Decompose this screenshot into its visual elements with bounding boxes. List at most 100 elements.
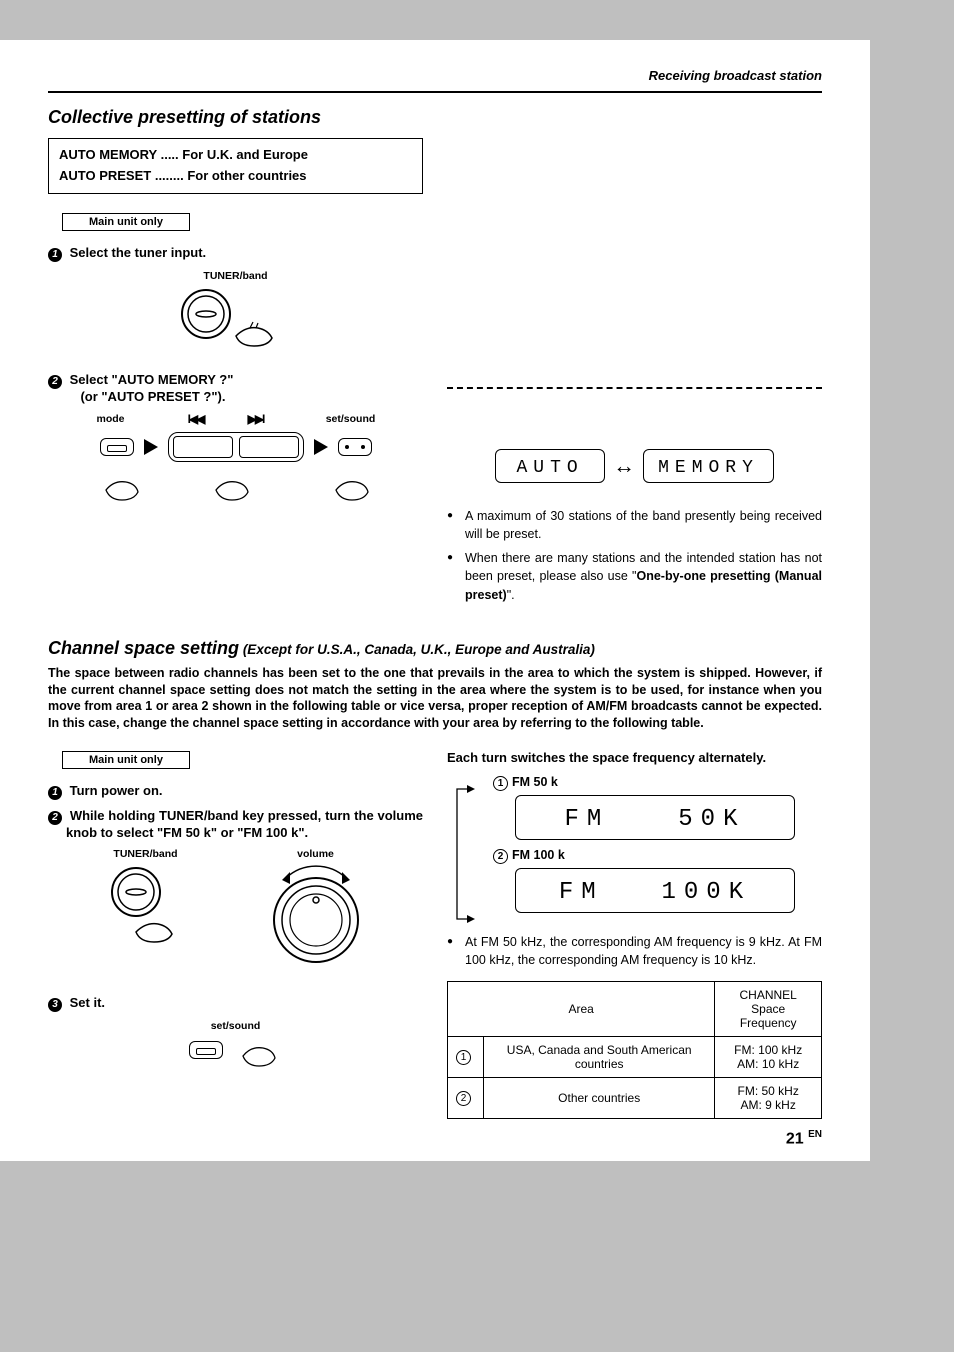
main-unit-only-badge: Main unit only (62, 213, 190, 231)
page-number: 21 (786, 1131, 804, 1148)
row-number-cell: 1 (448, 1037, 484, 1078)
skip-prev-icon: I◀◀ (171, 412, 221, 426)
tuner-knob-group: TUNER/band (96, 848, 196, 957)
track-buttons-group (168, 432, 304, 462)
freq-text: FM: 50 kHz (738, 1084, 799, 1098)
skip-next-icon: ▶▶I (231, 412, 281, 426)
lcd-display-area: AUTO ↔ MEMORY A maximum of 30 stations o… (447, 387, 822, 604)
step-text: Select "AUTO MEMORY ?" (70, 372, 234, 387)
main-unit-only-badge: Main unit only (62, 751, 190, 769)
divider (48, 91, 822, 93)
mode-label: mode (91, 413, 131, 425)
knob-icon (96, 862, 196, 952)
set-sound-label: set/sound (321, 413, 381, 425)
lcd-auto: AUTO (495, 449, 605, 483)
volume-knob-group: volume (256, 848, 376, 977)
hand-icon (96, 466, 146, 502)
freq-text: AM: 10 kHz (737, 1057, 799, 1071)
left-column: Main unit only 1 Turn power on. 2 While … (48, 750, 423, 1119)
lcd-cycle-diagram: 1FM 50 k FM 50K 2FM 100 k FM 100K (447, 775, 822, 913)
step-number-icon: 2 (48, 375, 62, 389)
freq-cell: FM: 50 kHz AM: 9 kHz (715, 1078, 822, 1119)
mode-button-icon (100, 438, 134, 456)
lcd-text: 50K (678, 806, 745, 833)
step-text: Turn power on. (70, 783, 163, 798)
left-column: Collective presetting of stations AUTO M… (48, 107, 423, 610)
step-3: 3 Set it. (48, 995, 423, 1012)
circled-2-icon: 2 (456, 1091, 471, 1106)
area-cell: USA, Canada and South American countries (484, 1037, 715, 1078)
set-button-icon (338, 438, 372, 456)
freq-cell: FM: 100 kHz AM: 10 kHz (715, 1037, 822, 1078)
notes-list: At FM 50 kHz, the corresponding AM frequ… (447, 933, 822, 969)
section-2-columns: Main unit only 1 Turn power on. 2 While … (48, 750, 822, 1119)
freq-text: FM: 100 kHz (734, 1043, 802, 1057)
label-text: FM 50 k (512, 775, 558, 789)
lcd-cycle-row: AUTO ↔ MEMORY (447, 449, 822, 483)
arrow-right-icon (144, 439, 158, 455)
tuner-volume-diagram: TUNER/band volume (48, 848, 423, 977)
step-1: 1 Turn power on. (48, 783, 423, 800)
freq-text: AM: 9 kHz (741, 1098, 796, 1112)
step-text-sub: (or "AUTO PRESET ?"). (80, 389, 225, 404)
section-2: Channel space setting (Except for U.S.A.… (48, 638, 822, 1120)
manual-page: Receiving broadcast station Collective p… (0, 40, 870, 1161)
page-lang: EN (808, 1129, 822, 1140)
tuner-knob-diagram: TUNER/band (48, 270, 423, 354)
area-frequency-table: Area CHANNEL Space Frequency 1 USA, Cana… (447, 981, 822, 1119)
note-text: ". (507, 588, 515, 602)
step-number-icon: 2 (48, 811, 62, 825)
hand-icon (233, 1032, 283, 1068)
note-item: When there are many stations and the int… (447, 549, 822, 603)
step-number-icon: 1 (48, 248, 62, 262)
lcd-memory: MEMORY (643, 449, 774, 483)
section-title: Collective presetting of stations (48, 107, 423, 128)
set-button-icon (189, 1041, 223, 1059)
step-text: Select the tuner input. (70, 245, 207, 260)
step-text: While holding TUNER/band key pressed, tu… (66, 808, 423, 840)
fm100-label: 2 FM 100 k (493, 848, 822, 864)
arrow-right-icon (314, 439, 328, 455)
step-2: 2 While holding TUNER/band key pressed, … (48, 808, 423, 840)
box-line-1: AUTO MEMORY ..... For U.K. and Europe (59, 145, 412, 166)
table-row: 1 USA, Canada and South American countri… (448, 1037, 822, 1078)
lcd-text: FM (564, 806, 609, 833)
double-arrow-icon: ↔ (613, 453, 635, 479)
right-column: AUTO ↔ MEMORY A maximum of 30 stations o… (447, 107, 822, 610)
tuner-band-label: TUNER/band (48, 270, 423, 282)
step-number-icon: 3 (48, 998, 62, 1012)
volume-label: volume (256, 848, 376, 860)
section-1-columns: Collective presetting of stations AUTO M… (48, 107, 822, 610)
right-column: Each turn switches the space frequency a… (447, 750, 822, 1119)
lcd-fm50: FM 50K (515, 795, 795, 840)
hand-icon (186, 466, 286, 502)
table-row: 2 Other countries FM: 50 kHz AM: 9 kHz (448, 1078, 822, 1119)
track-next-button-icon (239, 436, 299, 458)
step-2: 2 Select "AUTO MEMORY ?" (or "AUTO PRESE… (48, 372, 423, 404)
table-header-row: Area CHANNEL Space Frequency (448, 982, 822, 1037)
mode-set-diagram: mode I◀◀ ▶▶I set/sound (48, 412, 423, 502)
area-cell: Other countries (484, 1078, 715, 1119)
auto-memory-note-box: AUTO MEMORY ..... For U.K. and Europe AU… (48, 138, 423, 194)
note-item: A maximum of 30 stations of the band pre… (447, 507, 822, 543)
circled-2-icon: 2 (493, 849, 508, 864)
set-button-diagram: set/sound (48, 1020, 423, 1068)
circled-1-icon: 1 (493, 776, 508, 791)
label-text: FM 100 k (512, 848, 565, 862)
row-number-cell: 2 (448, 1078, 484, 1119)
step-text: Set it. (70, 995, 105, 1010)
lcd-text: FM (559, 879, 604, 906)
circled-1-icon: 1 (456, 1050, 471, 1065)
step-1: 1 Select the tuner input. (48, 245, 423, 262)
tuner-band-label: TUNER/band (96, 848, 196, 860)
set-sound-label: set/sound (48, 1020, 423, 1032)
volume-knob-icon (256, 862, 376, 972)
fm50-label: 1 FM 50 k (493, 775, 822, 791)
dashed-divider (447, 387, 822, 389)
hand-icon (326, 466, 376, 502)
section-title: Channel space setting (48, 638, 239, 658)
area-header: Area (448, 982, 715, 1037)
header-text: Space Frequency (740, 1002, 797, 1030)
notes-list: A maximum of 30 stations of the band pre… (447, 507, 822, 604)
box-line-2: AUTO PRESET ........ For other countries (59, 166, 412, 187)
